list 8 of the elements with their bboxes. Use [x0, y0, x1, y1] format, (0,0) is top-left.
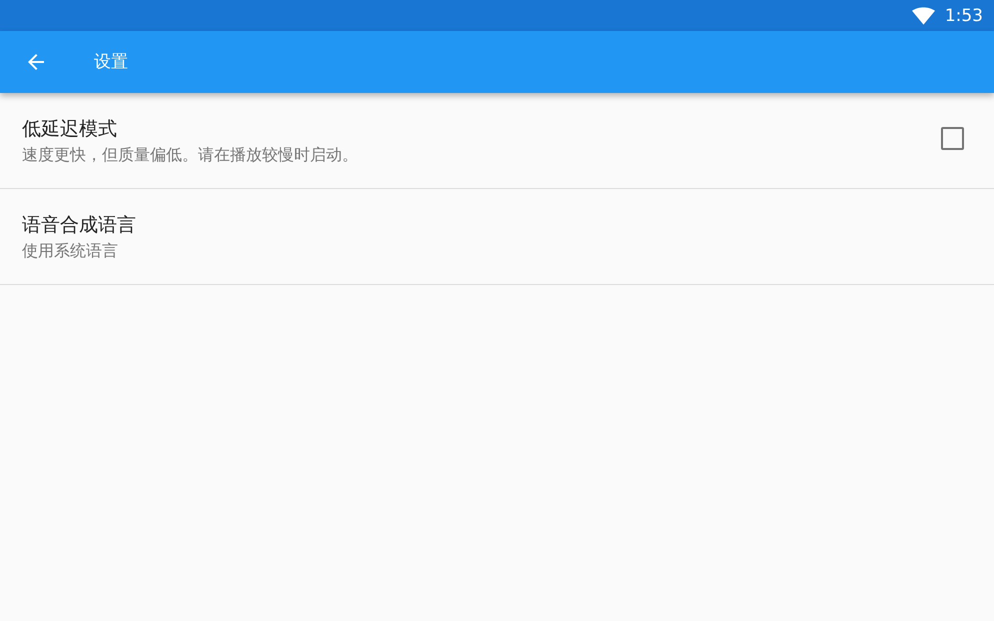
- clock-time: 1:53: [944, 6, 983, 26]
- setting-summary: 使用系统语言: [22, 240, 118, 262]
- checkbox[interactable]: [941, 126, 964, 150]
- setting-summary: 速度更快，但质量偏低。请在播放较慢时启动。: [22, 144, 358, 166]
- wifi-icon: [912, 6, 935, 24]
- page-title: 设置: [94, 51, 128, 73]
- setting-title: 语音合成语言: [22, 213, 136, 238]
- setting-title: 低延迟模式: [22, 117, 117, 142]
